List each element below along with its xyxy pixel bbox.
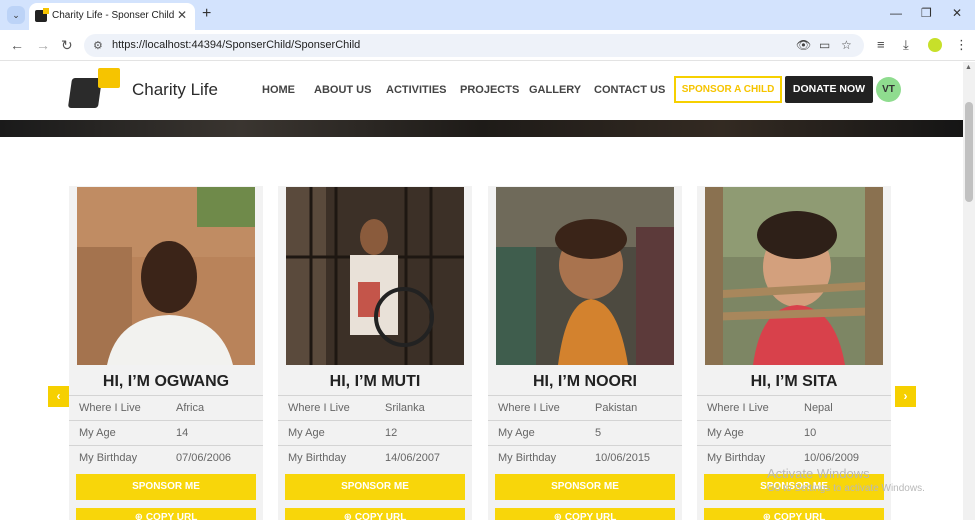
download-icon[interactable]: ⤓ (903, 37, 909, 53)
nav-projects[interactable]: PROJECTS (460, 84, 519, 96)
info-row-location: Where I Live Africa (69, 395, 263, 420)
info-row-age: My Age 10 (697, 420, 891, 445)
close-window-icon[interactable]: ✕ (952, 6, 962, 20)
info-row-location: Where I Live Srilanka (278, 395, 472, 420)
child-photo (286, 187, 464, 365)
slider-next-chevron-icon[interactable]: › (895, 386, 916, 407)
child-name: HI, I’M SITA (750, 373, 838, 390)
label-age: My Age (288, 427, 325, 439)
nav-contact-us[interactable]: CONTACT US (594, 84, 665, 96)
hero-banner-strip (0, 120, 963, 137)
label-where: Where I Live (707, 402, 769, 414)
child-photo (496, 187, 674, 365)
extension-icon[interactable] (928, 38, 942, 52)
tracking-eye-icon[interactable]: 👁 (796, 38, 811, 52)
label-age: My Age (707, 427, 744, 439)
site-info-icon[interactable]: ⚙ (93, 39, 103, 52)
child-name: HI, I’M NOORI (533, 373, 637, 390)
sponsor-me-button[interactable]: SPONSOR ME (76, 474, 256, 500)
child-name: HI, I’M MUTI (329, 373, 421, 390)
info-row-age: My Age 14 (69, 420, 263, 445)
label-where: Where I Live (288, 402, 350, 414)
logo-heart-icon (98, 68, 120, 88)
restore-icon[interactable]: ❐ (921, 6, 932, 20)
install-app-icon[interactable]: ▭ (819, 38, 830, 52)
info-row-location: Where I Live Nepal (697, 395, 891, 420)
windows-activation-title: Activate Windows (767, 466, 870, 481)
logo-hand-icon (67, 78, 103, 108)
copy-url-button[interactable]: ⊕ COPY URL (495, 508, 675, 520)
value-age: 5 (595, 427, 602, 439)
bookmark-star-icon[interactable]: ☆ (841, 38, 852, 52)
value-age: 14 (176, 427, 189, 439)
info-row-location: Where I Live Pakistan (488, 395, 682, 420)
tab-title: Charity Life - Sponser Child (52, 10, 175, 21)
tab-search-chevron-icon[interactable]: ⌄ (7, 6, 25, 24)
site-favicon-icon (35, 8, 49, 22)
browser-tab-bar: ⌄ Charity Life - Sponser Child ✕ + — ❐ ✕ (0, 0, 975, 30)
sponsor-me-button[interactable]: SPONSOR ME (285, 474, 465, 500)
value-age: 10 (804, 427, 817, 439)
label-birthday: My Birthday (498, 452, 557, 464)
nav-activities[interactable]: ACTIVITIES (386, 84, 447, 96)
nav-gallery[interactable]: GALLERY (529, 84, 581, 96)
copy-url-button[interactable]: ⊕ COPY URL (704, 508, 884, 520)
donate-now-button[interactable]: DONATE NOW (785, 76, 873, 103)
label-birthday: My Birthday (707, 452, 766, 464)
logo-text: Charity Life (132, 80, 218, 99)
copy-url-button[interactable]: ⊕ COPY URL (76, 508, 256, 520)
child-card: HI, I’M OGWANG Where I Live Africa My Ag… (69, 186, 263, 520)
windows-activation-hint: Go to Settings to activate Windows. (767, 483, 925, 494)
label-birthday: My Birthday (79, 452, 138, 464)
value-birthday: 10/06/2009 (804, 452, 860, 464)
value-where: Nepal (804, 402, 833, 414)
label-where: Where I Live (498, 402, 560, 414)
page-scrollbar[interactable]: ▲ (963, 62, 975, 520)
forward-arrow-icon[interactable]: → (36, 37, 50, 53)
value-where: Africa (176, 402, 205, 414)
info-row-birthday: My Birthday 07/06/2006 (69, 445, 263, 470)
browser-toolbar: ← → ↻ ⚙ https://localhost:44394/SponserC… (0, 30, 975, 61)
media-queue-icon[interactable]: ≡ (877, 37, 885, 52)
value-age: 12 (385, 427, 398, 439)
child-name: HI, I’M OGWANG (102, 373, 230, 390)
scroll-up-arrow-icon[interactable]: ▲ (965, 64, 972, 71)
slider-prev-chevron-icon[interactable]: ‹ (48, 386, 69, 407)
minimize-icon[interactable]: — (890, 6, 902, 20)
new-tab-plus-icon[interactable]: + (202, 5, 211, 23)
info-row-age: My Age 5 (488, 420, 682, 445)
nav-home[interactable]: HOME (262, 84, 295, 96)
site-header: Charity Life HOME ABOUT US ACTIVITIES PR… (0, 62, 963, 120)
label-age: My Age (79, 427, 116, 439)
value-where: Pakistan (595, 402, 638, 414)
reload-icon[interactable]: ↻ (61, 37, 73, 54)
child-photo (705, 187, 883, 365)
value-birthday: 14/06/2007 (385, 452, 441, 464)
copy-url-button[interactable]: ⊕ COPY URL (285, 508, 465, 520)
close-tab-icon[interactable]: ✕ (177, 8, 187, 22)
value-birthday: 07/06/2006 (176, 452, 232, 464)
site-logo[interactable]: Charity Life (67, 68, 220, 112)
nav-about-us[interactable]: ABOUT US (314, 84, 371, 96)
label-where: Where I Live (79, 402, 141, 414)
address-bar[interactable]: ⚙ https://localhost:44394/SponserChild/S… (84, 34, 864, 57)
scroll-thumb[interactable] (965, 102, 973, 202)
sponsor-me-button[interactable]: SPONSOR ME (495, 474, 675, 500)
info-row-birthday: My Birthday 14/06/2007 (278, 445, 472, 470)
label-age: My Age (498, 427, 535, 439)
user-avatar[interactable]: VT (876, 77, 901, 102)
child-card: HI, I’M NOORI Where I Live Pakistan My A… (488, 186, 682, 520)
child-card: HI, I’M MUTI Where I Live Srilanka My Ag… (278, 186, 472, 520)
url-text[interactable]: https://localhost:44394/SponserChild/Spo… (112, 39, 360, 51)
child-photo (77, 187, 255, 365)
label-birthday: My Birthday (288, 452, 347, 464)
back-arrow-icon[interactable]: ← (10, 37, 24, 53)
info-row-birthday: My Birthday 10/06/2015 (488, 445, 682, 470)
value-where: Srilanka (385, 402, 425, 414)
sponsor-a-child-button[interactable]: SPONSOR A CHILD (674, 76, 782, 103)
value-birthday: 10/06/2015 (595, 452, 651, 464)
info-row-age: My Age 12 (278, 420, 472, 445)
browser-tab[interactable]: Charity Life - Sponser Child ✕ (29, 3, 195, 30)
more-menu-icon[interactable]: ⋮ (955, 37, 968, 53)
